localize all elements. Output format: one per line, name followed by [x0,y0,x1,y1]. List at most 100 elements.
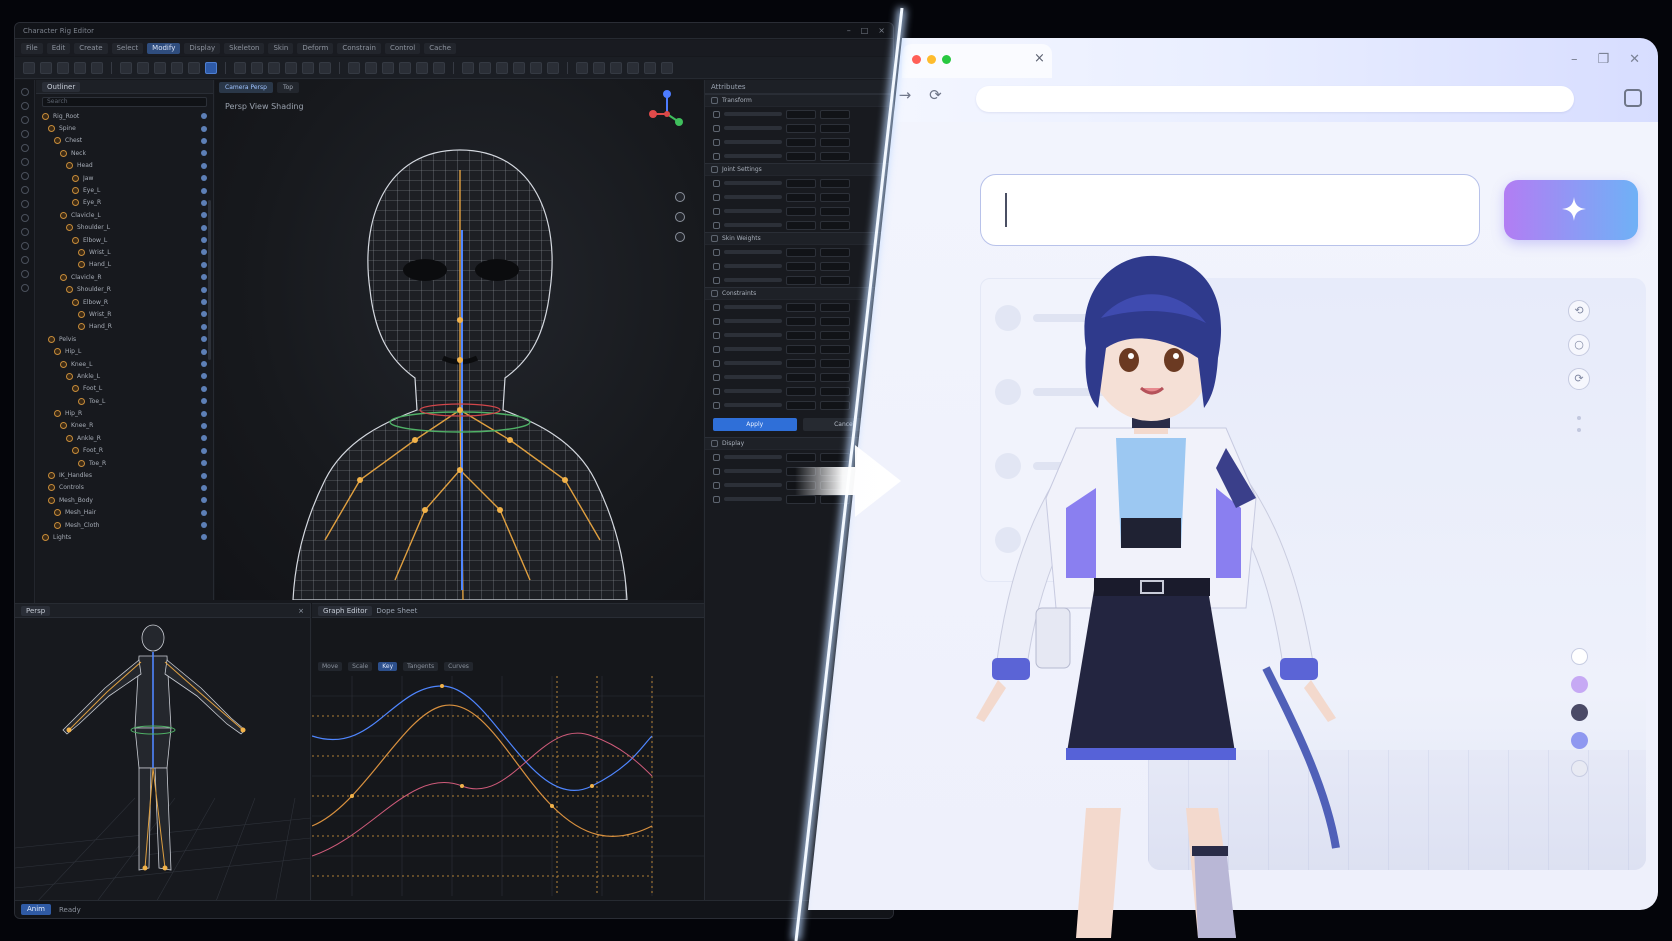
visibility-icon[interactable] [201,199,207,206]
outliner-row[interactable]: Hand_L [36,259,213,271]
outliner-row[interactable]: Wrist_R [36,308,213,320]
joint-tool-icon[interactable] [20,144,29,152]
ik-icon[interactable] [285,61,297,74]
outliner-row[interactable]: Hip_L [36,345,213,357]
dope-sheet-tab[interactable]: Dope Sheet [376,607,417,615]
lasso-icon[interactable] [40,61,52,74]
visibility-icon[interactable] [201,398,207,405]
visibility-icon[interactable] [201,162,207,169]
rotate-icon[interactable] [91,61,103,74]
menu-modify[interactable]: Modify [147,42,181,54]
color-swatch[interactable] [1571,760,1588,777]
camera-icon[interactable] [399,61,411,74]
outliner-row[interactable]: Mesh_Body [36,494,213,506]
outliner-row[interactable]: Clavicle_R [36,271,213,283]
snap-tool-icon[interactable] [20,270,29,278]
visibility-icon[interactable] [201,187,207,194]
visibility-icon[interactable] [201,522,207,529]
frame-all-icon[interactable] [644,61,656,74]
visibility-icon[interactable] [201,497,207,504]
outliner-row[interactable]: Jaw [36,172,213,184]
grid-icon[interactable] [513,61,525,74]
visibility-icon[interactable] [201,385,207,392]
snap-curve-icon[interactable] [154,61,166,74]
visibility-icon[interactable] [201,435,207,442]
snap-grid-icon[interactable] [137,61,149,74]
attribute-checkbox[interactable] [713,276,720,284]
visibility-icon[interactable] [201,125,207,132]
outliner-row[interactable]: Clavicle_L [36,209,213,221]
attribute-checkbox[interactable] [713,248,720,256]
attribute-checkbox[interactable] [713,373,720,381]
joint-icon[interactable] [268,61,280,74]
select-tool-icon[interactable] [20,88,29,96]
attribute-checkbox[interactable] [713,179,720,187]
circle-icon[interactable]: ○ [1568,334,1590,356]
outliner-scrollbar[interactable] [208,200,211,360]
outliner-row[interactable]: Toe_R [36,457,213,469]
outliner-row[interactable]: Elbow_R [36,296,213,308]
settings-icon[interactable] [251,61,263,74]
attribute-checkbox[interactable] [713,331,720,339]
visibility-icon[interactable] [201,373,207,380]
layers-tool-icon[interactable] [20,228,29,236]
attribute-checkbox[interactable] [713,317,720,325]
select-icon[interactable] [23,61,35,74]
outliner-row[interactable]: Shoulder_L [36,222,213,234]
visibility-icon[interactable] [201,286,207,293]
menu-cache[interactable]: Cache [424,42,457,54]
unbind-icon[interactable] [382,61,394,74]
outliner-row[interactable]: Eye_L [36,184,213,196]
graph-tool-scale[interactable]: Scale [348,661,373,671]
xray-icon[interactable] [593,61,605,74]
window-restore-icon[interactable]: ❐ [1597,52,1609,67]
outliner-row[interactable]: Foot_R [36,445,213,457]
visibility-icon[interactable] [201,410,207,417]
menu-control[interactable]: Control [384,42,421,54]
menu-create[interactable]: Create [74,42,108,54]
mini-viewport-tab[interactable]: Persp [21,605,51,616]
animation-curves[interactable] [312,676,704,896]
paint-tool-icon[interactable] [20,172,29,180]
render-icon[interactable] [205,61,217,74]
attribute-checkbox[interactable] [713,110,720,118]
menu-skin[interactable]: Skin [268,42,294,54]
visibility-icon[interactable] [201,460,207,467]
mirror-icon[interactable] [348,61,360,74]
pan-icon[interactable] [675,212,685,222]
forward-icon[interactable]: → [899,86,912,104]
outliner-row[interactable]: Ankle_R [36,432,213,444]
snap-surface-icon[interactable] [188,61,200,74]
graph-tool-curves[interactable]: Curves [444,661,473,671]
visibility-icon[interactable] [201,509,207,516]
maximize-icon[interactable]: □ [861,26,869,35]
visibility-icon[interactable] [201,113,207,120]
mini-viewport-close-icon[interactable]: × [298,607,304,615]
visibility-icon[interactable] [201,336,207,343]
move-icon[interactable] [74,61,86,74]
minimize-icon[interactable]: – [847,26,851,35]
visibility-icon[interactable] [201,137,207,144]
frame-icon[interactable] [627,61,639,74]
visibility-icon[interactable] [201,299,207,306]
outliner-tab[interactable]: Outliner [42,81,81,92]
zoom-dot-icon[interactable] [942,55,951,64]
menu-file[interactable]: File [21,42,43,54]
back-icon[interactable]: ← [868,86,881,104]
bookmark-icon[interactable] [661,61,673,74]
mini-viewport[interactable]: Persp × [15,603,312,905]
attribute-checkbox[interactable] [713,152,720,160]
ipr-icon[interactable] [234,61,246,74]
attribute-checkbox[interactable] [713,221,720,229]
color-swatch[interactable] [1571,676,1588,693]
zoom-icon[interactable] [675,232,685,242]
visibility-icon[interactable] [201,274,207,281]
layers-icon[interactable] [479,61,491,74]
rotate-tool-icon[interactable] [20,116,29,124]
outliner-row[interactable]: Spine [36,122,213,134]
help-tool-icon[interactable] [20,284,29,292]
visibility-icon[interactable] [201,150,207,157]
close-dot-icon[interactable] [912,55,921,64]
outliner-row[interactable]: Head [36,160,213,172]
attribute-checkbox[interactable] [713,387,720,395]
